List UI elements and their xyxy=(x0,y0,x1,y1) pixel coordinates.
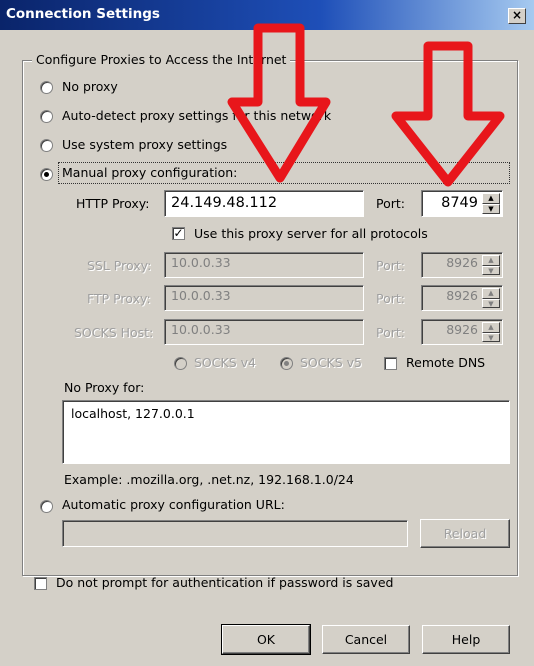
red-down-arrow-icon xyxy=(227,23,331,183)
red-down-arrow-icon xyxy=(391,41,505,187)
annotation-arrows xyxy=(227,23,505,187)
